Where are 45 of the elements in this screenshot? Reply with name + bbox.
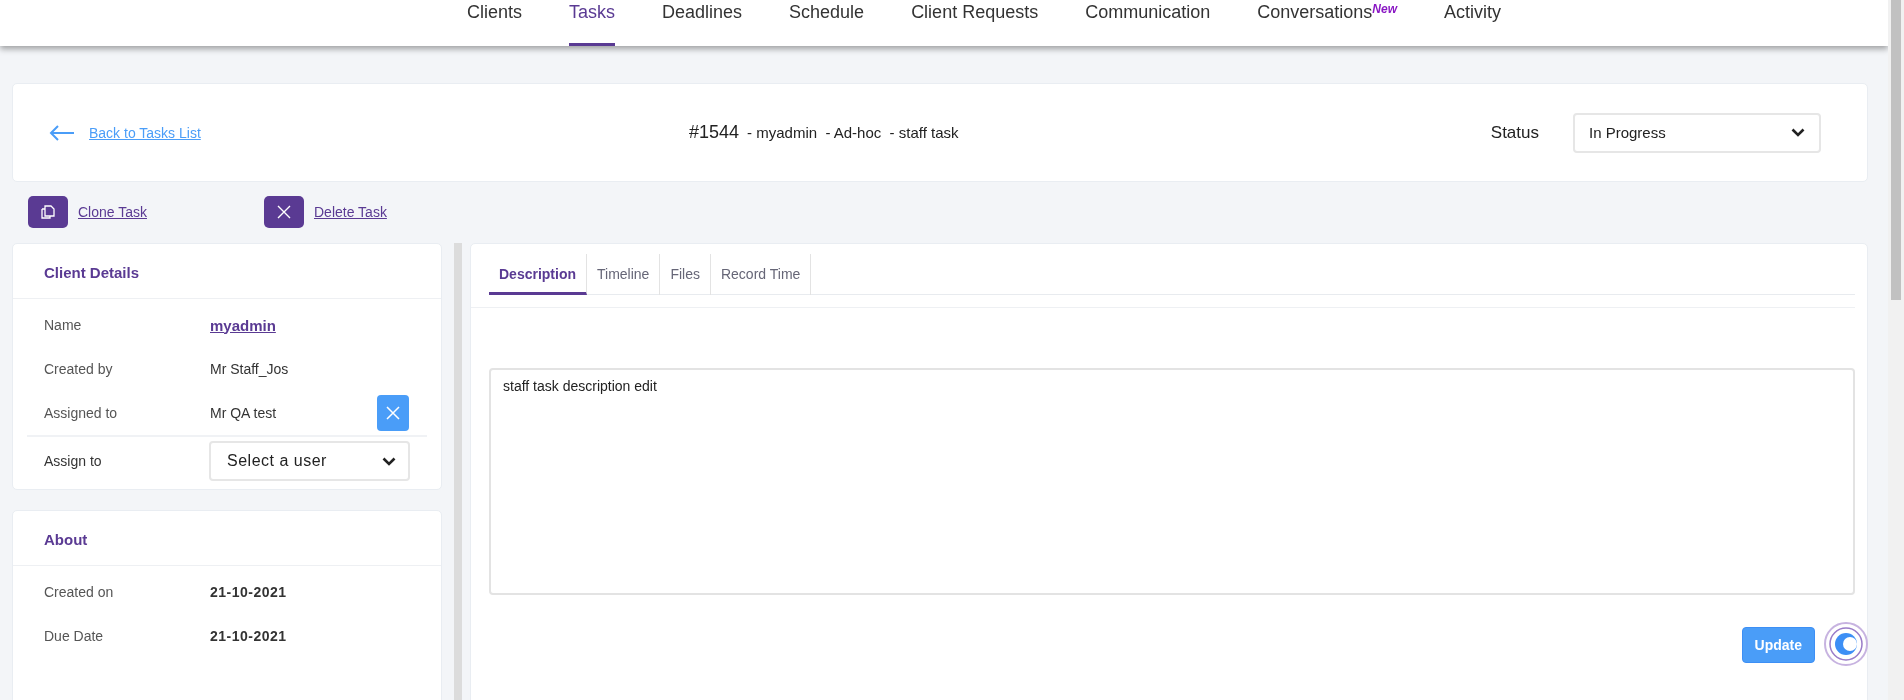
action-link[interactable]: Delete Task	[314, 204, 387, 220]
field-label: Created by	[44, 361, 114, 377]
back-arrow-icon[interactable]	[49, 124, 75, 141]
close-icon	[386, 406, 400, 420]
tab[interactable]: Record Time	[710, 254, 812, 295]
field-value: 21-10-2021	[210, 584, 287, 600]
card-title: Client Details	[13, 244, 441, 299]
nav-tab[interactable]: Communication	[1085, 0, 1211, 46]
chevron-down-icon	[1791, 128, 1805, 137]
clone-button[interactable]	[28, 196, 68, 228]
remove-button[interactable]	[377, 395, 409, 431]
field-label: Assigned to	[44, 405, 119, 421]
action-link[interactable]: Clone Task	[78, 204, 147, 220]
field-label: Name	[44, 317, 83, 333]
card-title: About	[13, 511, 441, 566]
description-field[interactable]: staff task description edit	[489, 368, 1855, 595]
chevron-down-icon	[382, 456, 396, 466]
tab[interactable]: Files	[660, 254, 711, 295]
status-label: Status	[1490, 122, 1539, 143]
nav-tab[interactable]: Activity	[1444, 0, 1502, 46]
tab[interactable]: Description	[489, 254, 587, 295]
task-number: #1544	[689, 122, 740, 143]
close-icon	[277, 205, 291, 219]
new-label: New	[1372, 2, 1397, 16]
field-label: Assign to	[44, 453, 103, 469]
field-label: Created on	[44, 584, 115, 600]
user-dropdown[interactable]: Select a user	[209, 441, 410, 481]
copy-icon	[41, 205, 55, 219]
field-value: Mr Staff_Jos	[210, 361, 289, 377]
nav-tab[interactable]: Clients	[466, 0, 522, 46]
nav-tab[interactable]: Deadlines	[662, 0, 743, 46]
task-meta: - myadmin - Ad-hoc - staff task	[747, 124, 959, 141]
tab[interactable]: Timeline	[587, 254, 661, 295]
nav-tab[interactable]: Conversations$^{New}$	[1257, 0, 1397, 46]
nav-tab[interactable]: Schedule	[789, 0, 865, 46]
status-dropdown[interactable]: In Progress	[1573, 112, 1821, 153]
nav-tab[interactable]: Tasks	[569, 0, 615, 46]
client-link[interactable]: myadmin	[210, 316, 276, 334]
delete-button[interactable]	[264, 196, 304, 228]
field-value: Mr QA test	[210, 405, 277, 421]
field-label: Due Date	[44, 628, 105, 644]
chat-widget-icon[interactable]	[1823, 621, 1869, 667]
field-value: 21-10-2021	[210, 628, 287, 644]
scrollbar[interactable]	[1888, 0, 1904, 700]
nav-tab[interactable]: Client Requests	[911, 0, 1039, 46]
